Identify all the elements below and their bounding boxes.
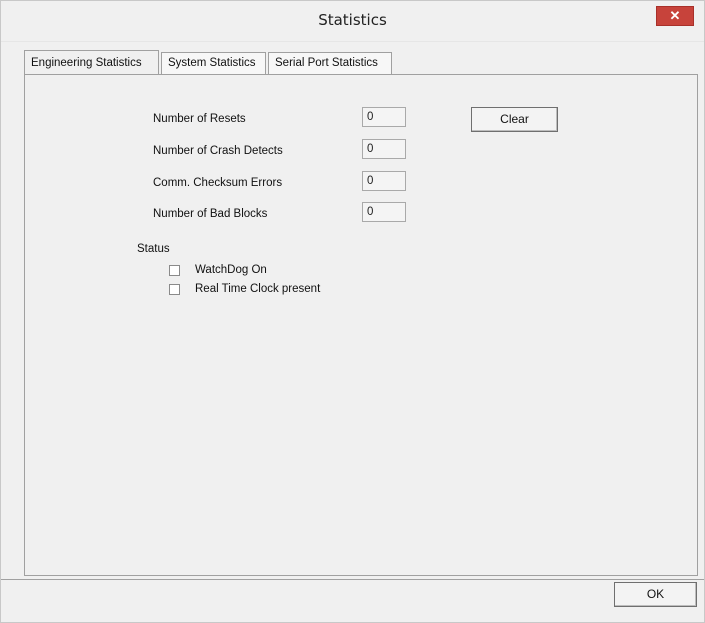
title-bar: Statistics ✕ <box>1 1 704 42</box>
real-time-clock-present-checkbox[interactable] <box>169 284 180 295</box>
number-of-crash-detects-field: 0 <box>362 139 406 159</box>
label-number-of-bad-blocks: Number of Bad Blocks <box>153 208 268 220</box>
clear-button[interactable]: Clear <box>471 107 558 132</box>
label-real-time-clock-present: Real Time Clock present <box>195 283 321 295</box>
tab-serial-port-statistics[interactable]: Serial Port Statistics <box>268 52 392 74</box>
label-watchdog-on: WatchDog On <box>195 264 267 276</box>
engineering-statistics-panel: Number of Resets 0 Number of Crash Detec… <box>24 74 698 576</box>
number-of-bad-blocks-field: 0 <box>362 202 406 222</box>
tab-engineering-statistics[interactable]: Engineering Statistics <box>24 50 159 74</box>
tab-system-statistics[interactable]: System Statistics <box>161 52 266 74</box>
label-number-of-resets: Number of Resets <box>153 113 246 125</box>
label-number-of-crash-detects: Number of Crash Detects <box>153 145 283 157</box>
watchdog-on-checkbox[interactable] <box>169 265 180 276</box>
status-heading: Status <box>137 243 170 255</box>
comm-checksum-errors-field: 0 <box>362 171 406 191</box>
number-of-resets-field: 0 <box>362 107 406 127</box>
close-icon: ✕ <box>669 8 681 23</box>
statistics-dialog: Statistics ✕ Engineering Statistics Syst… <box>0 0 705 623</box>
footer-divider <box>1 579 704 580</box>
ok-button[interactable]: OK <box>614 582 697 607</box>
close-button[interactable]: ✕ <box>656 6 694 26</box>
window-title: Statistics <box>318 11 387 29</box>
label-comm-checksum-errors: Comm. Checksum Errors <box>153 177 283 189</box>
